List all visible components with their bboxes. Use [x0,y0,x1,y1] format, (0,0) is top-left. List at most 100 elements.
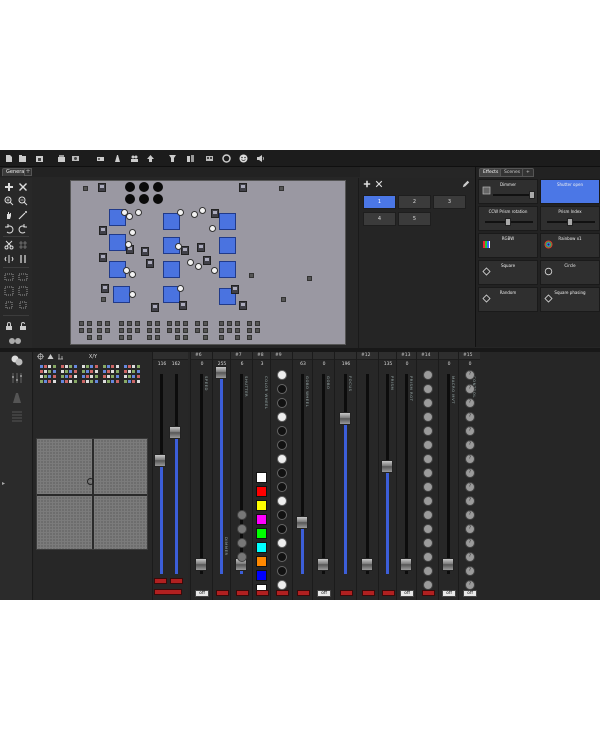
preset-dot[interactable] [94,370,98,373]
truss-fixture[interactable] [175,335,180,340]
fader-knob[interactable] [381,460,393,473]
preset-dot[interactable] [65,375,69,378]
add-icon[interactable] [4,182,14,192]
tab-effects[interactable]: Effects [479,168,503,177]
preset-dot[interactable] [132,370,136,373]
control-icon[interactable]: ? [465,524,475,534]
gobo-icon[interactable] [277,580,287,590]
preset-dot[interactable] [52,365,56,368]
preset-dot[interactable] [94,380,98,383]
lock-icon[interactable] [4,321,14,331]
color-swatch[interactable] [256,514,267,525]
moving-head[interactable] [125,241,132,248]
smiley-icon[interactable] [239,154,248,163]
truss-fixture[interactable] [97,335,102,340]
effect-slider-knob[interactable] [529,191,535,199]
fader-knob[interactable] [215,366,227,379]
preset-dot[interactable] [44,375,48,378]
position-presets[interactable] [40,365,144,387]
preset-dot[interactable] [48,380,52,383]
truss-fixture[interactable] [255,328,260,333]
preset-dot[interactable] [107,365,111,368]
moving-head[interactable] [177,285,184,292]
preset-dot[interactable] [69,370,73,373]
prism-icon[interactable] [423,552,433,562]
prism-icon[interactable] [423,524,433,534]
truss-fixture[interactable] [183,335,188,340]
truss-fixture[interactable] [119,335,124,340]
effect-cell[interactable]: Prism Index [540,206,600,231]
fader-knob[interactable] [361,558,373,571]
truss-fixture[interactable] [247,335,252,340]
preset-dot[interactable] [82,370,85,373]
selected-fixture[interactable] [113,286,130,303]
prism-icon[interactable] [423,412,433,422]
control-icon[interactable]: ? [465,496,475,506]
moving-head[interactable] [126,213,133,220]
small-fixture[interactable] [281,297,286,302]
color-swatch[interactable] [256,528,267,539]
truss-fixture[interactable] [219,321,224,326]
truss-fixture[interactable] [135,321,140,326]
preset-dot[interactable] [65,365,69,368]
shutter-icon[interactable] [237,510,247,520]
preset-dot[interactable] [40,365,43,368]
truss-fixture[interactable] [183,328,188,333]
preset-dot[interactable] [86,380,90,383]
gobo-icon[interactable] [277,496,287,506]
preset-dot[interactable] [73,380,77,383]
preset-dot[interactable] [61,380,64,383]
truss-fixture[interactable] [235,328,240,333]
moving-head[interactable] [211,267,218,274]
prism-icon[interactable] [423,468,433,478]
align-right-icon[interactable] [18,272,28,282]
pan-tilt-fine-button[interactable] [154,589,182,595]
selected-fixture[interactable] [109,234,126,251]
effect-slider[interactable] [493,191,535,199]
off-button[interactable]: off [442,590,456,597]
zoom-out-icon[interactable] [18,196,28,206]
zoom-in-icon[interactable] [4,196,14,206]
color-swatch[interactable] [256,500,267,511]
preset-dot[interactable] [82,365,85,368]
preset-dot[interactable] [103,375,106,378]
preset-dot[interactable] [115,380,119,383]
settings-icon[interactable] [186,154,195,163]
control-icon[interactable]: ? [465,384,475,394]
effect-cell[interactable]: Rainbow x1 [540,233,600,258]
truss-fixture[interactable] [227,321,232,326]
fader-track[interactable] [405,374,408,574]
link-icon[interactable] [222,154,231,163]
preset-dot[interactable] [136,365,140,368]
beam-view-icon[interactable] [11,392,23,404]
control-icon[interactable]: ? [465,538,475,548]
truss-fixture[interactable] [235,321,240,326]
truss-fixture[interactable] [127,328,132,333]
fader-track[interactable] [200,374,203,574]
fader-knob[interactable] [339,412,351,425]
preset-dot[interactable] [44,365,48,368]
preset-dot[interactable] [115,375,119,378]
fixture[interactable] [231,285,239,294]
prism-icon[interactable] [423,398,433,408]
truss-fixture[interactable] [175,321,180,326]
fader-track[interactable] [447,374,450,574]
open-recent-icon[interactable] [35,154,44,163]
preset-dot[interactable] [103,365,106,368]
truss-fixture[interactable] [105,321,110,326]
moving-head[interactable] [135,209,142,216]
scene-button[interactable]: 2 [398,195,431,209]
black-fixture[interactable] [125,182,135,192]
black-fixture[interactable] [153,194,163,204]
preset-dot[interactable] [107,375,111,378]
effect-cell[interactable]: Circle [540,260,600,285]
selected-fixture[interactable] [219,213,236,230]
control-icon[interactable]: ? [465,510,475,520]
off-button[interactable]: off [463,590,477,597]
gobo-icon[interactable] [277,454,287,464]
moving-head[interactable] [175,243,182,250]
moving-head[interactable] [177,209,184,216]
truss-fixture[interactable] [127,335,132,340]
truss-fixture[interactable] [247,328,252,333]
preset-dot[interactable] [111,380,115,383]
